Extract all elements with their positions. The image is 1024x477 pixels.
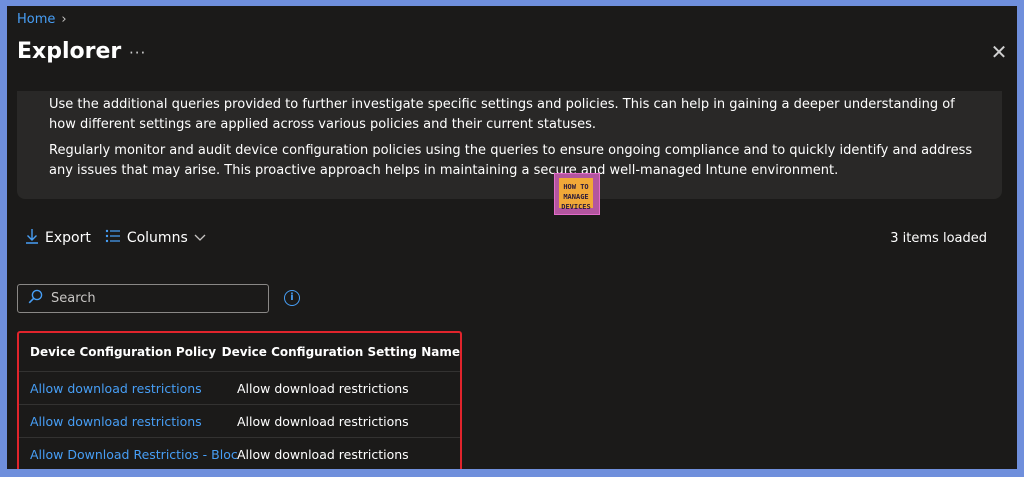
chevron-right-icon: › (61, 12, 67, 27)
policy-link[interactable]: Allow Download Restrictios - Block (19, 447, 237, 462)
policy-link[interactable]: Allow download restrictions (19, 414, 237, 429)
export-button[interactable]: Export (25, 228, 91, 248)
setting-name-cell: Allow download restrictions (237, 446, 409, 462)
breadcrumb-home-link[interactable]: Home (17, 12, 55, 27)
column-header-policy[interactable]: Device Configuration Policy (19, 345, 222, 359)
setting-name-cell: Allow download restrictions (237, 413, 409, 429)
list-icon (105, 229, 121, 247)
info-icon[interactable]: i (284, 290, 300, 306)
table-row: Allow download restrictions Allow downlo… (19, 372, 460, 405)
chevron-down-icon (194, 230, 206, 246)
logo-line-1: HOW TO (563, 183, 589, 191)
setting-name-cell: Allow download restrictions (237, 380, 409, 396)
info-box: Use the additional queries provided to f… (17, 91, 1002, 199)
table-row: Allow Download Restrictios - Block Allow… (19, 438, 460, 469)
breadcrumb: Home › (17, 12, 67, 27)
info-paragraph-2: Regularly monitor and audit device confi… (49, 143, 973, 178)
search-placeholder: Search (51, 291, 96, 306)
results-table: Device Configuration Policy Device Confi… (17, 331, 462, 469)
logo-line-3: DEVICES (561, 203, 591, 211)
table-row: Allow download restrictions Allow downlo… (19, 405, 460, 438)
logo-line-2: MANAGE (563, 193, 589, 201)
page-title: Explorer (17, 39, 122, 64)
close-button[interactable]: ✕ (989, 42, 1009, 62)
export-label: Export (45, 230, 91, 246)
explorer-panel: Home › Explorer ··· ✕ Use the additional… (7, 6, 1017, 469)
search-icon (28, 289, 43, 308)
toolbar: Export Columns (25, 228, 220, 248)
columns-button[interactable]: Columns (105, 229, 206, 247)
more-options-button[interactable]: ··· (129, 44, 146, 62)
columns-label: Columns (126, 230, 188, 246)
watermark-logo: HOW TO MANAGE DEVICES (554, 173, 600, 215)
table-header-row: Device Configuration Policy Device Confi… (19, 333, 460, 372)
download-icon (25, 228, 39, 248)
column-header-setting[interactable]: Device Configuration Setting Name (222, 345, 460, 359)
search-input[interactable]: Search (17, 284, 269, 313)
info-paragraph-1: Use the additional queries provided to f… (49, 97, 955, 132)
policy-link[interactable]: Allow download restrictions (19, 381, 237, 396)
items-loaded-count: 3 items loaded (890, 231, 987, 246)
